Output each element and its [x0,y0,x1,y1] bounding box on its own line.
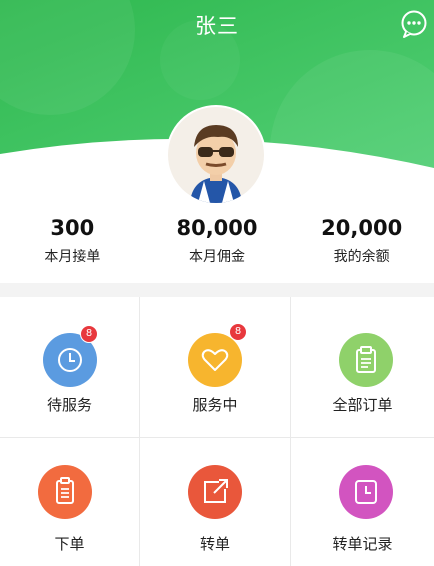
menu-label: 待服务 [46,396,92,414]
user-name-title: 张三 [195,14,239,38]
menu-label: 转单记录 [332,535,393,553]
document-icon-glyph [56,477,74,504]
menu-label: 服务中 [192,396,238,414]
message-button[interactable] [400,10,428,38]
notification-badge: 8 [80,325,98,343]
stat-value: 300 [50,216,95,240]
menu-item-pending-service[interactable]: 8 待服务 [0,297,140,438]
stat-label: 我的余额 [333,249,390,265]
stat-value: 80,000 [176,216,258,240]
clock-icon-glyph [355,480,377,504]
avatar[interactable] [168,107,264,203]
share-icon [188,465,242,519]
stat-balance[interactable]: 20,000 我的余额 [289,214,434,274]
stat-label: 本月佣金 [189,249,245,265]
menu-grid: 8 待服务 8 服务中 全部订单 下单 转单 转单记录 [0,297,434,566]
section-divider [0,283,434,297]
stat-monthly-orders[interactable]: 300 本月接单 [0,214,145,274]
menu-label: 下单 [54,535,85,553]
menu-item-all-orders[interactable]: 全部订单 [291,297,434,438]
stats-bar: 300 本月接单 80,000 本月佣金 20,000 我的余额 [0,214,434,274]
heart-icon [188,333,242,387]
share-icon-glyph [204,479,228,503]
notification-badge: 8 [229,323,247,341]
clipboard-icon-glyph [356,346,376,373]
stat-monthly-commission[interactable]: 80,000 本月佣金 [145,214,290,274]
menu-label: 全部订单 [332,396,393,414]
avatar-cartoon-icon [168,107,264,203]
menu-item-transfer-records[interactable]: 转单记录 [291,438,434,566]
clipboard-icon [339,333,393,387]
heart-icon-glyph [201,349,229,371]
chat-bubble-icon [401,10,427,38]
menu-item-transfer-order[interactable]: 转单 [140,438,291,566]
menu-item-place-order[interactable]: 下单 [0,438,140,566]
stat-label: 本月接单 [44,249,101,265]
menu-item-in-service[interactable]: 8 服务中 [140,297,291,438]
stat-value: 20,000 [321,216,403,240]
clock-icon [339,465,393,519]
menu-label: 转单 [199,535,230,553]
document-icon [38,465,92,519]
